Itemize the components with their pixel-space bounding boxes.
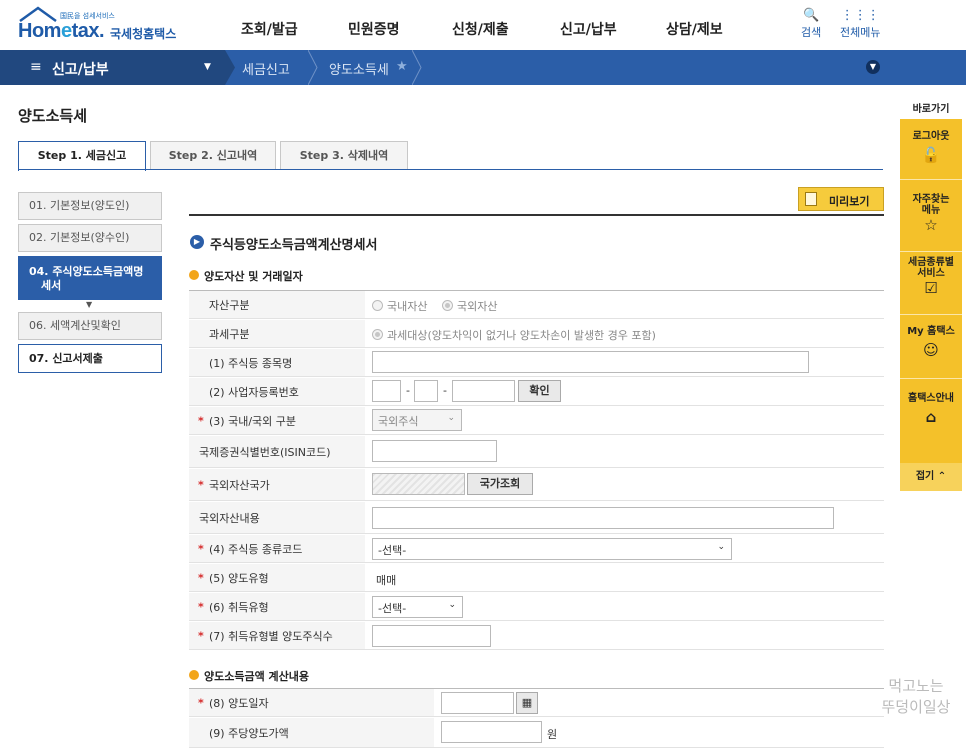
row-transfer-type: * (5) 양도유형 매매 — [189, 564, 884, 592]
row-dom-foreign: * (3) 국내/국외 구분 국외주식 ⌄ — [189, 407, 884, 435]
calendar-icon[interactable]: ▦ — [516, 692, 538, 714]
radio-taxable[interactable] — [372, 329, 383, 340]
row-acq-type: * (6) 취득유형 -선택- ⌄ — [189, 593, 884, 621]
stock-code-select[interactable]: -선택- ⌄ — [372, 538, 732, 560]
transfer-type-value: 매매 — [376, 574, 397, 587]
left-step-02[interactable]: 02. 기본정보(양수인) — [18, 224, 162, 252]
tab-step2[interactable]: Step 2. 신고내역 — [150, 141, 276, 170]
dom-foreign-select[interactable]: 국외주식 ⌄ — [372, 409, 462, 431]
gnb-report-payment[interactable]: 신고/납부 — [560, 19, 617, 39]
row-acq-qty: * (7) 취득유형별 양도주식수 — [189, 622, 884, 650]
row-isin: 국제증권식별번호(ISIN코드) — [189, 436, 884, 468]
unlock-icon: 🔓 — [921, 146, 941, 164]
unit-price-input[interactable] — [441, 721, 542, 743]
document-icon — [805, 192, 817, 206]
house-icon: ⌂ — [925, 408, 937, 426]
section-bullet-icon — [189, 270, 199, 280]
breadcrumb-tax-report[interactable]: 세금신고 — [242, 59, 290, 78]
navigation-bar: ≡ 신고/납부 ▼ 세금신고 양도소득세 ★ ▼ — [0, 50, 966, 85]
form-title: 주식등양도소득금액계산명세서 — [210, 238, 378, 253]
biz-no-part2-input[interactable] — [414, 380, 438, 402]
radio-foreign[interactable] — [442, 300, 453, 311]
quick-menu-collapse-button[interactable]: 접기 ⌃ — [900, 463, 962, 491]
tab-step1[interactable]: Step 1. 세금신고 — [18, 141, 146, 171]
biz-no-part1-input[interactable] — [372, 380, 401, 402]
chevron-down-icon: ⌄ — [447, 413, 455, 423]
page-title: 양도소득세 — [18, 107, 88, 125]
gnb-inquiry[interactable]: 조회/발급 — [241, 19, 298, 39]
logo-subtitle: 국세청홈택스 — [110, 27, 177, 41]
left-step-07[interactable]: 07. 신고서제출 — [18, 344, 162, 373]
gnb-consult[interactable]: 상담/제보 — [666, 19, 723, 39]
breadcrumb-separator — [308, 50, 318, 85]
main-menu-label: 신고/납부 — [52, 62, 109, 78]
arrow-right-circle-icon: ▶ — [190, 235, 204, 249]
preview-button[interactable]: 미리보기 — [798, 187, 884, 211]
all-menu-button[interactable]: ⋮⋮⋮ 전체메뉴 — [840, 8, 880, 40]
chevron-down-icon: ⌄ — [448, 600, 456, 610]
quick-my-hometax[interactable]: My 홈택스 ☺ — [900, 322, 962, 359]
quick-tax-service[interactable]: 세금종류별 서비스 ☑ — [900, 257, 962, 297]
left-step-04[interactable]: 04. 주식양도소득금액명 세서 — [18, 256, 162, 300]
acq-type-select[interactable]: -선택- ⌄ — [372, 596, 463, 618]
biz-no-part3-input[interactable] — [452, 380, 515, 402]
top-header: 国民을 섬세서비스 Hometax. 국세청홈택스 조회/발급 민원증명 신청/… — [0, 0, 966, 50]
acq-qty-input[interactable] — [372, 625, 491, 647]
row-biz-no: (2) 사업자등록번호 - - 확인 — [189, 378, 884, 406]
quick-hometax-guide[interactable]: 홈택스안내 ⌂ — [900, 389, 962, 426]
breadcrumb-capital-gains[interactable]: 양도소득세 — [329, 59, 389, 78]
grid-icon: ⋮⋮⋮ — [840, 8, 880, 23]
row-tax-type: 과세구분 과세대상(양도차익이 없거나 양도차손이 발생한 경우 포함) — [189, 320, 884, 348]
hometax-logo[interactable]: 国民을 섬세서비스 Hometax. 국세청홈택스 — [18, 6, 183, 44]
section-title-calc: 양도소득금액 계산내용 — [204, 670, 310, 683]
section-bullet-icon — [189, 670, 199, 680]
watermark: 먹고노는 뚜덩이일상 — [881, 677, 951, 716]
breadcrumb-separator — [412, 50, 422, 85]
step-arrow-icon: ▼ — [86, 300, 93, 309]
row-transfer-date: * (8) 양도일자 ▦ — [189, 689, 884, 717]
chevron-down-icon[interactable]: ▼ — [866, 60, 880, 74]
country-lookup-button[interactable]: 국가조회 — [467, 473, 533, 495]
user-icon: ☺ — [923, 341, 939, 359]
quick-logout[interactable]: 로그아웃 🔓 — [900, 127, 962, 164]
chevron-down-icon: ⌄ — [717, 542, 725, 552]
content-divider — [189, 214, 884, 216]
tab-underline — [18, 169, 883, 170]
row-foreign-country: * 국외자산국가 국가조회 — [189, 469, 884, 501]
quick-menu-title: 바로가기 — [912, 104, 950, 115]
isin-input[interactable] — [372, 440, 497, 462]
quick-menu-panel: 로그아웃 🔓 자주찾는 메뉴 ☆ 세금종류별 서비스 ☑ My 홈택스 ☺ 홈택… — [900, 119, 962, 491]
quick-faq-menu[interactable]: 자주찾는 메뉴 ☆ — [900, 194, 962, 234]
left-step-06[interactable]: 06. 세액계산및확인 — [18, 312, 162, 340]
tab-step3[interactable]: Step 3. 삭제내역 — [280, 141, 408, 170]
confirm-button[interactable]: 확인 — [518, 380, 561, 402]
foreign-country-field — [372, 473, 465, 495]
gnb-certificate[interactable]: 민원증명 — [348, 19, 400, 39]
breadcrumb-separator — [225, 50, 235, 85]
section-title-asset: 양도자산 및 거래일자 — [204, 270, 303, 283]
left-step-01[interactable]: 01. 기본정보(양도인) — [18, 192, 162, 220]
row-stock-name: (1) 주식등 종목명 — [189, 349, 884, 377]
row-foreign-content: 국외자산내용 — [189, 502, 884, 534]
checkbox-icon: ☑ — [924, 279, 938, 297]
favorite-star-icon[interactable]: ★ — [396, 59, 408, 74]
row-unit-price: (9) 주당양도가액 원 — [189, 718, 884, 748]
logo-wordmark: Hometax. — [18, 20, 105, 42]
caret-down-icon: ▼ — [204, 62, 211, 72]
search-button[interactable]: 🔍 검색 — [801, 8, 821, 40]
search-icon: 🔍 — [803, 8, 820, 23]
stock-name-input[interactable] — [372, 351, 809, 373]
gnb-application[interactable]: 신청/제출 — [452, 19, 509, 39]
row-stock-code: * (4) 주식등 종류코드 -선택- ⌄ — [189, 535, 884, 563]
foreign-content-input[interactable] — [372, 507, 834, 529]
radio-domestic[interactable] — [372, 300, 383, 311]
won-unit: 원 — [547, 728, 558, 741]
hamburger-icon: ≡ — [30, 59, 42, 75]
row-asset-type: 자산구분 국내자산 국외자산 — [189, 291, 884, 319]
chevron-up-icon: ⌃ — [937, 471, 947, 482]
transfer-date-input[interactable] — [441, 692, 514, 714]
star-icon: ☆ — [924, 216, 938, 234]
main-menu-dropdown[interactable]: ≡ 신고/납부 ▼ — [0, 50, 225, 85]
